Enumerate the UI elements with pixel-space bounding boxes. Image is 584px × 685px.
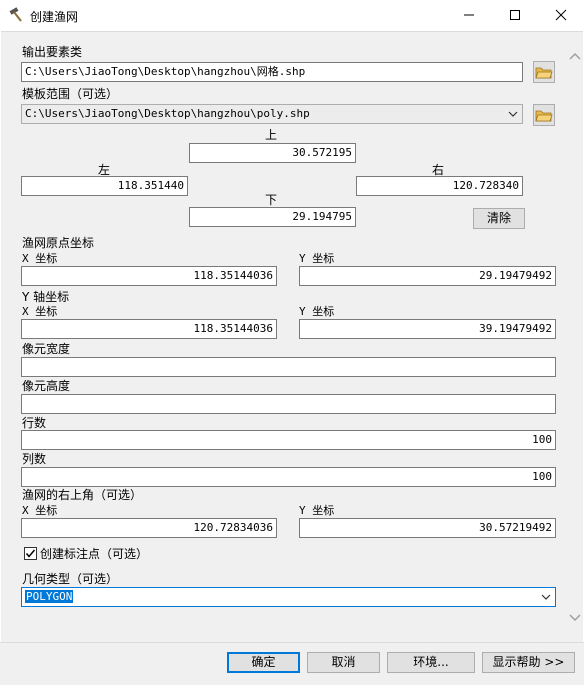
scroll-up-icon[interactable] [568,49,582,63]
template-value: C:\Users\JiaoTong\Desktop\hangzhou\poly.… [25,107,310,120]
corner-x-input[interactable]: 120.72834036 [21,518,277,538]
output-path-input[interactable]: C:\Users\JiaoTong\Desktop\hangzhou\网格.sh… [21,62,523,82]
template-browse-button[interactable] [533,104,555,126]
template-label: 模板范围（可选） [22,87,119,101]
cell-height-input[interactable] [21,394,556,414]
chevron-down-icon [541,594,551,600]
extent-left-label: 左 [98,163,111,177]
close-icon [555,9,567,21]
minimize-icon [464,14,474,16]
extent-left-input[interactable]: 118.351440 [21,176,188,196]
corner-y-label: Y 坐标 [299,504,335,517]
label-points-label: 创建标注点（可选） [40,547,149,561]
origin-x-input[interactable]: 118.35144036 [21,266,277,286]
close-button[interactable] [538,0,584,30]
geometry-value: POLYGON [25,590,74,603]
corner-y-input[interactable]: 30.57219492 [299,518,556,538]
rows-input[interactable]: 100 [21,430,556,450]
geometry-label: 几何类型（可选） [22,572,119,586]
cell-height-label: 像元高度 [22,379,71,393]
cols-label: 列数 [22,452,47,466]
corner-label: 渔网的右上角（可选） [22,488,143,502]
title-bar: 创建渔网 [0,0,584,30]
cancel-button[interactable]: 取消 [307,652,380,673]
window-title: 创建渔网 [30,10,79,24]
geometry-select[interactable]: POLYGON [21,587,556,607]
cols-input[interactable]: 100 [21,467,556,487]
extent-right-label: 右 [432,163,445,177]
minimize-button[interactable] [446,0,492,30]
origin-y-label: Y 坐标 [299,252,335,265]
extent-bottom-input[interactable]: 29.194795 [189,207,356,227]
cell-width-input[interactable] [21,357,556,377]
extent-top-label: 上 [265,128,278,142]
checkmark-icon [25,549,36,558]
extent-top-input[interactable]: 30.572195 [189,143,356,163]
origin-label: 渔网原点坐标 [22,236,95,250]
origin-y-input[interactable]: 29.19479492 [299,266,556,286]
yaxis-label: Y 轴坐标 [22,290,70,304]
maximize-icon [510,10,520,20]
cell-width-label: 像元宽度 [22,342,71,356]
origin-x-label: X 坐标 [22,252,58,265]
rows-label: 行数 [22,416,47,430]
label-points-checkbox[interactable] [24,547,37,560]
maximize-button[interactable] [492,0,538,30]
environments-button[interactable]: 环境... [387,652,475,673]
ok-button[interactable]: 确定 [227,652,300,673]
output-label: 输出要素类 [22,45,83,59]
hammer-icon [9,7,22,22]
folder-open-icon [535,67,553,79]
output-browse-button[interactable] [533,61,555,83]
template-select[interactable]: C:\Users\JiaoTong\Desktop\hangzhou\poly.… [21,104,523,124]
folder-open-icon [535,110,553,122]
scroll-down-icon[interactable] [568,611,582,625]
yaxis-y-input[interactable]: 39.19479492 [299,319,556,339]
clear-extent-button[interactable]: 清除 [473,208,525,229]
yaxis-y-label: Y 坐标 [299,305,335,318]
extent-bottom-label: 下 [265,193,278,207]
chevron-down-icon [508,111,518,117]
show-help-button[interactable]: 显示帮助 >> [482,652,575,673]
yaxis-x-label: X 坐标 [22,305,58,318]
yaxis-x-input[interactable]: 118.35144036 [21,319,277,339]
extent-right-input[interactable]: 120.728340 [356,176,523,196]
corner-x-label: X 坐标 [22,504,58,517]
